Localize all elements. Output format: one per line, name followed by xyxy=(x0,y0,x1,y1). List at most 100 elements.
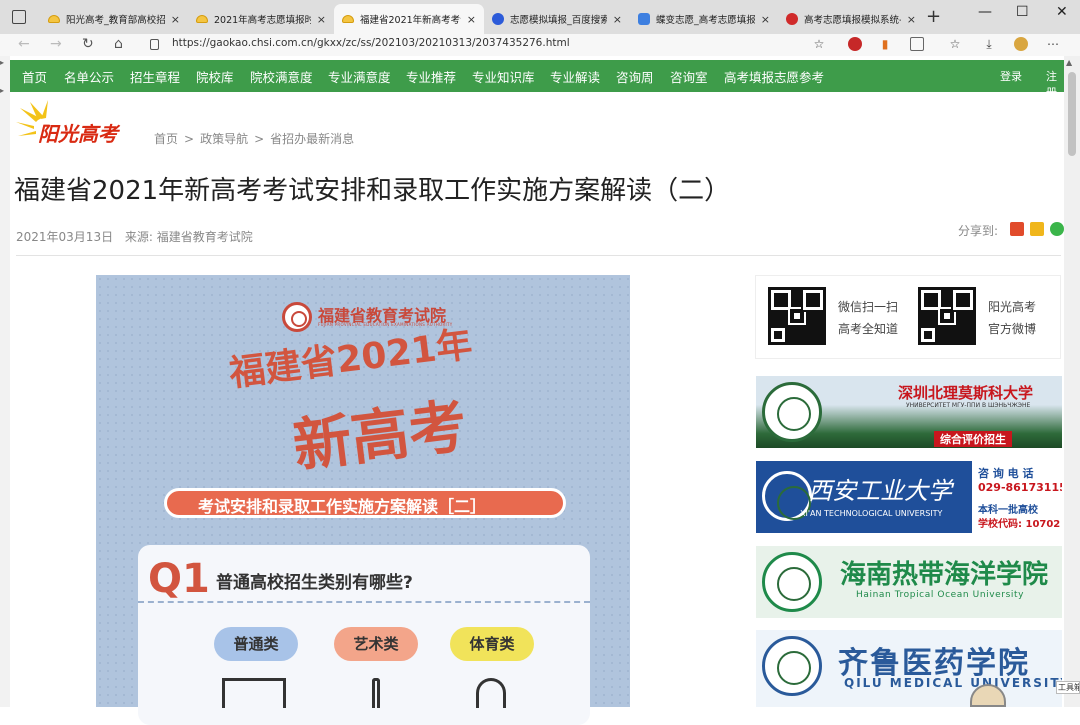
refresh-icon[interactable]: ↻ xyxy=(82,36,94,52)
share-qzone-icon[interactable] xyxy=(1030,222,1044,236)
ad-banner-qilu[interactable]: 齐鲁医药学院 QILU MEDICAL UNIVERSITY xyxy=(756,630,1062,707)
microphone-icon xyxy=(372,678,380,708)
breadcrumb-news[interactable]: 省招办最新消息 xyxy=(270,132,354,146)
extension-box-icon[interactable] xyxy=(910,37,924,51)
university-emblem-icon xyxy=(762,636,822,696)
qr1-label-a: 微信扫一扫 xyxy=(838,300,899,314)
tab-5[interactable]: 蝶变志愿_高考志愿填报 × xyxy=(630,4,778,34)
new-tab-button[interactable]: + xyxy=(926,6,941,27)
ad2-phone: 029-86173115 xyxy=(978,481,1062,494)
forward-icon[interactable]: → xyxy=(50,36,62,52)
share-label: 分享到: xyxy=(958,224,999,238)
poster-dashed-divider xyxy=(138,601,590,603)
close-icon[interactable]: × xyxy=(761,13,770,26)
breadcrumb-home[interactable]: 首页 xyxy=(154,132,178,146)
nav-college-library[interactable]: 院校库 xyxy=(196,67,234,86)
toolbox-badge[interactable]: 工具箱 xyxy=(1056,681,1080,694)
ad2-title: 西安工业大学 xyxy=(808,477,952,505)
logo-text: 阳光高考 xyxy=(38,122,118,146)
maximize-button[interactable]: ☐ xyxy=(1016,4,1029,20)
ad2-note2: 学校代码: 10702 xyxy=(978,519,1061,530)
tab-6[interactable]: 高考志愿填报模拟系统- × xyxy=(778,4,924,34)
breadcrumb: 首页 > 政策导航 > 省招办最新消息 xyxy=(154,132,355,146)
address-bar: ← → ↻ ⌂ https://gaokao.chsi.com.cn/gkxx/… xyxy=(0,34,1080,56)
share-wechat-icon[interactable] xyxy=(1050,222,1064,236)
browser-tab-bar: 阳光高考_教育部高校招生 × 2021年高考志愿填报时间 × 福建省2021年新… xyxy=(0,0,1080,34)
nav-college-satisfaction[interactable]: 院校满意度 xyxy=(250,67,313,86)
sun-icon xyxy=(48,15,60,23)
close-window-button[interactable]: ✕ xyxy=(1056,4,1068,20)
extension-chart-icon[interactable]: ▮ xyxy=(878,37,892,51)
read-aloud-icon[interactable]: ☆ xyxy=(812,37,826,51)
ad2-subtitle: XI'AN TECHNOLOGICAL UNIVERSITY xyxy=(800,509,943,518)
home-icon[interactable]: ⌂ xyxy=(114,36,123,52)
poster-ribbon-text: 考试安排和录取工作实施方案解读［二］ xyxy=(198,497,487,516)
share-weibo-icon[interactable] xyxy=(1010,222,1024,236)
divider xyxy=(16,255,1061,256)
tab-4[interactable]: 志愿模拟填报_百度搜索 × xyxy=(484,4,630,34)
butterfly-icon xyxy=(638,13,650,25)
nav-major-satisfaction[interactable]: 专业满意度 xyxy=(328,67,391,86)
edge-glyph: ▸ xyxy=(0,86,5,95)
favorites-icon[interactable]: ☆ xyxy=(948,37,962,51)
ad-banner-msu-bit[interactable]: 深圳北理莫斯科大学 УНИВЕРСИТЕТ МГУ-ППИ В ШЭНЬЧЖЭН… xyxy=(756,376,1062,448)
back-icon[interactable]: ← xyxy=(18,36,30,52)
nav-home[interactable]: 首页 xyxy=(22,67,47,86)
scrollbar-thumb[interactable] xyxy=(1068,72,1076,156)
minimize-button[interactable]: — xyxy=(978,4,992,20)
ad2-note1: 本科一批高校 xyxy=(978,505,1038,516)
qr1-label-b: 高考全知道 xyxy=(838,322,899,336)
ad2-phone-label: 咨 询 电 话 xyxy=(978,467,1034,480)
tab-1[interactable]: 阳光高考_教育部高校招生 × xyxy=(40,4,188,34)
edge-glyph: ▸ xyxy=(0,58,5,67)
tab-actions-icon[interactable] xyxy=(12,10,26,24)
nav-major-recommend[interactable]: 专业推荐 xyxy=(406,67,456,86)
ad4-subtitle: QILU MEDICAL UNIVERSITY xyxy=(844,676,1062,690)
poster-category-art: 艺术类 xyxy=(334,627,418,661)
ad-banner-xatu[interactable]: 西安工业大学 XI'AN TECHNOLOGICAL UNIVERSITY 咨 … xyxy=(756,461,1062,533)
scroll-up-icon[interactable]: ▲ xyxy=(1066,58,1072,67)
nav-consult-week[interactable]: 咨询周 xyxy=(616,67,654,86)
close-icon[interactable]: × xyxy=(613,13,622,26)
login-link[interactable]: 登录 xyxy=(1000,68,1022,84)
article-title: 福建省2021年新高考考试安排和录取工作实施方案解读（二） xyxy=(14,176,731,206)
university-emblem-icon xyxy=(762,382,822,442)
close-icon[interactable]: × xyxy=(317,13,326,26)
qr2-label-a: 阳光高考 xyxy=(988,300,1037,314)
poster-category-sports: 体育类 xyxy=(450,627,534,661)
tab-2[interactable]: 2021年高考志愿填报时间 × xyxy=(188,4,334,34)
nav-admission-charter[interactable]: 招生章程 xyxy=(130,67,180,86)
nav-major-interpret[interactable]: 专业解读 xyxy=(550,67,600,86)
download-icon[interactable]: ⤓ xyxy=(982,37,996,51)
extension-red-icon[interactable] xyxy=(848,37,862,51)
nav-list-public[interactable]: 名单公示 xyxy=(64,67,114,86)
close-icon[interactable]: × xyxy=(467,13,476,26)
poster-category-general: 普通类 xyxy=(214,627,298,661)
sun-icon xyxy=(196,15,208,23)
article-date: 2021年03月13日 xyxy=(16,230,114,244)
article-meta: 2021年03月13日 来源: 福建省教育考试院 xyxy=(16,228,261,245)
more-menu-icon[interactable]: ⋯ xyxy=(1046,37,1060,51)
university-emblem-icon xyxy=(762,552,822,612)
url-input[interactable]: https://gaokao.chsi.com.cn/gkxx/zc/ss/20… xyxy=(172,37,570,49)
nav-major-knowledge[interactable]: 专业知识库 xyxy=(472,67,535,86)
ad3-subtitle: Hainan Tropical Ocean University xyxy=(856,590,1025,600)
nav-consult-room[interactable]: 咨询室 xyxy=(670,67,708,86)
poster-question: 普通高校招生类别有哪些? xyxy=(216,573,413,593)
racket-icon xyxy=(476,678,506,708)
ad-banner-hainan[interactable]: 海南热带海洋学院 Hainan Tropical Ocean Universit… xyxy=(756,546,1062,618)
nav-volunteer-reference[interactable]: 高考填报志愿参考 xyxy=(724,67,824,86)
breadcrumb-policy[interactable]: 政策导航 xyxy=(200,132,248,146)
red-circle-icon xyxy=(786,13,798,25)
tab-3-active[interactable]: 福建省2021年新高考考试 × xyxy=(334,4,484,34)
article-source: 来源: 福建省教育考试院 xyxy=(124,230,253,244)
wechat-qr-code xyxy=(768,287,826,345)
register-link[interactable]: 注册 xyxy=(1046,68,1064,100)
profile-avatar-icon[interactable] xyxy=(1014,37,1028,51)
close-icon[interactable]: × xyxy=(907,13,916,26)
ad1-title: 深圳北理莫斯科大学 xyxy=(898,384,1034,402)
left-edge: ▸ ▸ xyxy=(0,56,10,707)
sun-icon xyxy=(342,15,354,23)
lock-icon[interactable] xyxy=(150,39,159,50)
close-icon[interactable]: × xyxy=(171,13,180,26)
